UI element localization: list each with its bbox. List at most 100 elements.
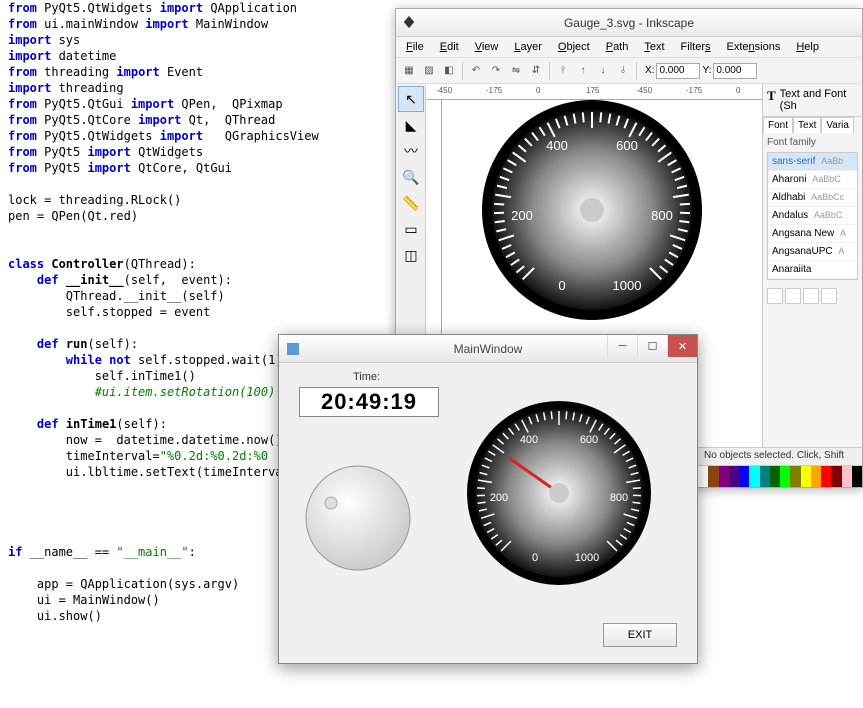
lower-icon[interactable]: ↓ (594, 62, 612, 80)
menu-object[interactable]: Object (552, 39, 596, 55)
swatch[interactable] (708, 466, 718, 487)
swatch[interactable] (698, 466, 708, 487)
tab-text[interactable]: Text (793, 117, 821, 133)
font-option[interactable]: Anaraiita (768, 261, 857, 279)
swatch[interactable] (852, 466, 862, 487)
color-swatches[interactable] (698, 465, 862, 487)
tab-variants[interactable]: Varia (821, 117, 854, 133)
swatch[interactable] (780, 466, 790, 487)
svg-text:800: 800 (651, 208, 673, 223)
svg-text:1000: 1000 (613, 278, 642, 293)
panel-title: Text and Font (Sh (780, 88, 858, 112)
tab-font[interactable]: Font (763, 117, 793, 133)
measure-tool-icon[interactable]: 📏 (398, 190, 424, 216)
mainwindow: MainWindow ─ ☐ ✕ Time: 20:49:19 0 200 40… (278, 334, 698, 664)
font-option[interactable]: sans-serif AaBb (768, 153, 857, 171)
selector-tool-icon[interactable]: ↖ (398, 86, 424, 112)
align-left-icon[interactable] (767, 288, 783, 304)
coord-y-input[interactable] (713, 63, 757, 79)
knob-dial[interactable] (303, 463, 413, 573)
svg-text:1000: 1000 (575, 552, 599, 564)
gauge-large: 0 200 400 600 800 1000 (472, 100, 712, 330)
swatch[interactable] (811, 466, 821, 487)
swatch[interactable] (821, 466, 831, 487)
swatch[interactable] (719, 466, 729, 487)
menu-filters[interactable]: Filters (675, 39, 717, 55)
flip-v-icon[interactable]: ⇵ (527, 62, 545, 80)
lower-bottom-icon[interactable]: ⫰ (614, 62, 632, 80)
menu-text[interactable]: Text (638, 39, 670, 55)
font-option[interactable]: Angsana New A (768, 225, 857, 243)
font-tabs: Font Text Varia (763, 117, 862, 133)
3dbox-tool-icon[interactable]: ◫ (398, 242, 424, 268)
select-all-icon[interactable]: ▦ (400, 62, 418, 80)
app-icon (287, 343, 299, 355)
swatch[interactable] (831, 466, 841, 487)
coord-x-input[interactable] (656, 63, 700, 79)
svg-text:200: 200 (490, 492, 508, 504)
gauge-widget: 0 200 400 600 800 1000 (459, 393, 659, 593)
time-display: 20:49:19 (299, 387, 439, 417)
tweak-tool-icon[interactable]: 〰 (398, 138, 424, 164)
deselect-icon[interactable]: ◧ (440, 62, 458, 80)
inkscape-toolbar: ▦ ▨ ◧ ↶ ↷ ⇋ ⇵ ⫯ ↑ ↓ ⫰ X: Y: (396, 58, 862, 84)
text-align-row (763, 284, 862, 308)
menu-edit[interactable]: Edit (434, 39, 465, 55)
svg-text:400: 400 (520, 434, 538, 446)
menu-view[interactable]: View (469, 39, 505, 55)
ruler-horizontal: -450-1750175-450-1750 (426, 84, 762, 100)
align-right-icon[interactable] (803, 288, 819, 304)
raise-top-icon[interactable]: ⫯ (554, 62, 572, 80)
align-justify-icon[interactable] (821, 288, 837, 304)
inkscape-icon (402, 15, 416, 29)
svg-text:400: 400 (546, 138, 568, 153)
exit-button[interactable]: EXIT (603, 623, 677, 647)
flip-h-icon[interactable]: ⇋ (507, 62, 525, 80)
minimize-button[interactable]: ─ (607, 335, 637, 357)
inkscape-menubar: File Edit View Layer Object Path Text Fi… (396, 37, 862, 58)
font-option[interactable]: Aharoni AaBbC (768, 171, 857, 189)
svg-text:200: 200 (511, 208, 533, 223)
inkscape-titlebar[interactable]: Gauge_3.svg - Inkscape (396, 9, 862, 37)
swatch[interactable] (801, 466, 811, 487)
close-button[interactable]: ✕ (667, 335, 697, 357)
select-layer-icon[interactable]: ▨ (420, 62, 438, 80)
menu-layer[interactable]: Layer (508, 39, 548, 55)
coord-y-label: Y: (702, 65, 711, 76)
align-center-icon[interactable] (785, 288, 801, 304)
text-font-panel: T Text and Font (Sh Font Text Varia Font… (762, 84, 862, 452)
swatch[interactable] (842, 466, 852, 487)
swatch[interactable] (749, 466, 759, 487)
node-tool-icon[interactable]: ◣ (398, 112, 424, 138)
swatch[interactable] (760, 466, 770, 487)
font-option[interactable]: AngsanaUPC A (768, 243, 857, 261)
time-label: Time: (353, 371, 380, 383)
mainwindow-title: MainWindow (454, 342, 523, 356)
svg-text:600: 600 (616, 138, 638, 153)
fontfam-label: Font family (767, 137, 858, 148)
swatch[interactable] (729, 466, 739, 487)
coord-x-label: X: (645, 65, 654, 76)
mainwindow-titlebar[interactable]: MainWindow ─ ☐ ✕ (279, 335, 697, 363)
inkscape-title: Gauge_3.svg - Inkscape (564, 16, 694, 30)
menu-file[interactable]: File (400, 39, 430, 55)
rotate-ccw-icon[interactable]: ↶ (467, 62, 485, 80)
swatch[interactable] (790, 466, 800, 487)
swatch[interactable] (770, 466, 780, 487)
rotate-cw-icon[interactable]: ↷ (487, 62, 505, 80)
font-option[interactable]: Aldhabi AaBbCc (768, 189, 857, 207)
svg-text:600: 600 (580, 434, 598, 446)
zoom-tool-icon[interactable]: 🔍 (398, 164, 424, 190)
rect-tool-icon[interactable]: ▭ (398, 216, 424, 242)
swatch[interactable] (739, 466, 749, 487)
raise-icon[interactable]: ↑ (574, 62, 592, 80)
text-icon: T (767, 88, 776, 112)
maximize-button[interactable]: ☐ (637, 335, 667, 357)
font-option[interactable]: Andalus AaBbC (768, 207, 857, 225)
menu-help[interactable]: Help (790, 39, 825, 55)
menu-extensions[interactable]: Extensions (721, 39, 787, 55)
font-list[interactable]: sans-serif AaBbAharoni AaBbCAldhabi AaBb… (767, 152, 858, 280)
menu-path[interactable]: Path (600, 39, 635, 55)
inkscape-statusbar: No objects selected. Click, Shift (698, 447, 862, 465)
svg-text:0: 0 (558, 278, 565, 293)
